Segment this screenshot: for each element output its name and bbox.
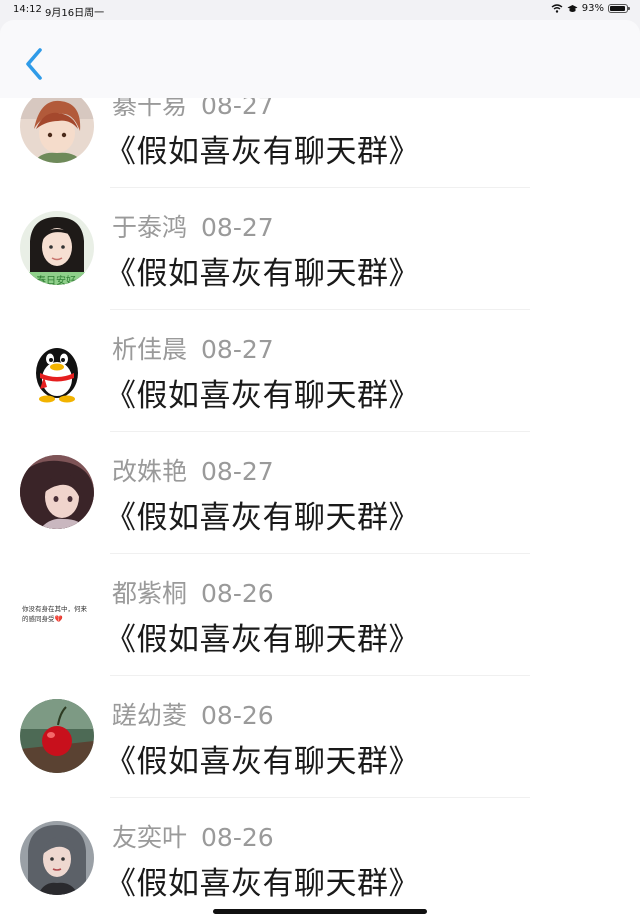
message-date: 08-27 xyxy=(201,213,274,242)
avatar xyxy=(20,455,94,529)
nav-bar xyxy=(0,20,640,98)
divider xyxy=(110,797,530,798)
cherry-image xyxy=(20,699,94,773)
sender-name: 都紫桐 xyxy=(112,579,188,608)
sender-line: 友奕叶 08-26 xyxy=(112,818,274,854)
message-text: 《假如喜灰有聊天群》 xyxy=(105,256,420,292)
message-date: 08-26 xyxy=(201,579,274,608)
sender-name: 改姝艳 xyxy=(112,457,188,486)
sender-line: 都紫桐 08-26 xyxy=(112,574,274,610)
divider xyxy=(110,553,530,554)
status-right: 93% xyxy=(551,3,630,14)
sender-name: 友奕叶 xyxy=(112,823,188,852)
list-item[interactable]: 蹉幼菱 08-26 《假如喜灰有聊天群》 xyxy=(0,682,640,804)
battery-fill xyxy=(610,6,625,11)
avatar-image xyxy=(20,98,94,163)
sender-name: 蹉幼菱 xyxy=(112,701,188,730)
divider xyxy=(110,309,530,310)
status-date: 9月16日周一 xyxy=(45,8,105,19)
message-text: 《假如喜灰有聊天群》 xyxy=(105,744,420,780)
list-item[interactable]: 友奕叶 08-26 《假如喜灰有聊天群》 xyxy=(0,804,640,921)
divider xyxy=(110,675,530,676)
message-text: 《假如喜灰有聊天群》 xyxy=(105,866,420,902)
avatar xyxy=(20,699,94,773)
avatar-caption: 你没有身在其中，何来的感同身受💔 xyxy=(22,605,87,623)
list-item[interactable]: 你没有身在其中，何来的感同身受💔 都紫桐 08-26 《假如喜灰有聊天群》 xyxy=(0,560,640,682)
status-time: 14:12 xyxy=(13,4,42,15)
avatar-image xyxy=(20,455,94,529)
avatar-badge-text: 春日安好 xyxy=(36,276,76,285)
list-item[interactable]: 改姝艳 08-27 《假如喜灰有聊天群》 xyxy=(0,438,640,560)
list-item[interactable]: 綦千易 08-27 《假如喜灰有聊天群》 xyxy=(0,98,640,194)
message-date: 08-27 xyxy=(201,457,274,486)
sender-line: 改姝艳 08-27 xyxy=(112,452,274,488)
battery-percent: 93% xyxy=(581,3,604,14)
divider xyxy=(110,187,530,188)
message-text: 《假如喜灰有聊天群》 xyxy=(105,500,420,536)
avatar: 春日安好 xyxy=(20,211,94,285)
list-item[interactable]: 析佳晨 08-27 《假如喜灰有聊天群》 xyxy=(0,316,640,438)
sender-name: 綦千易 xyxy=(112,98,188,120)
status-bar: 14:12 9月16日周一 93% xyxy=(0,0,640,20)
sender-line: 綦千易 08-27 xyxy=(112,98,274,122)
sender-line: 析佳晨 08-27 xyxy=(112,330,274,366)
home-indicator xyxy=(213,909,427,914)
chevron-left-icon xyxy=(26,48,42,80)
sender-name: 析佳晨 xyxy=(112,335,188,364)
avatar xyxy=(20,98,94,163)
sender-name: 于泰鸿 xyxy=(112,213,188,242)
wifi-icon xyxy=(551,4,563,13)
message-date: 08-27 xyxy=(201,98,274,120)
avatar xyxy=(20,821,94,895)
message-date: 08-26 xyxy=(201,823,274,852)
graduation-cap-icon xyxy=(567,5,578,12)
sender-line: 于泰鸿 08-27 xyxy=(112,208,274,244)
battery-icon xyxy=(608,4,630,13)
list-item[interactable]: 春日安好 于泰鸿 08-27 《假如喜灰有聊天群》 xyxy=(0,194,640,316)
message-list[interactable]: 綦千易 08-27 《假如喜灰有聊天群》 春日安好 于泰鸿 08-27 《假如喜灰有… xyxy=(0,98,640,921)
qq-penguin-icon xyxy=(20,333,94,407)
message-text: 《假如喜灰有聊天群》 xyxy=(105,622,420,658)
message-text: 《假如喜灰有聊天群》 xyxy=(105,378,420,414)
avatar xyxy=(20,333,94,407)
avatar-image xyxy=(20,821,94,895)
message-text: 《假如喜灰有聊天群》 xyxy=(105,134,420,170)
back-button[interactable] xyxy=(18,42,54,86)
avatar: 你没有身在其中，何来的感同身受💔 xyxy=(20,577,94,651)
message-date: 08-27 xyxy=(201,335,274,364)
sender-line: 蹉幼菱 08-26 xyxy=(112,696,274,732)
message-date: 08-26 xyxy=(201,701,274,730)
divider xyxy=(110,431,530,432)
